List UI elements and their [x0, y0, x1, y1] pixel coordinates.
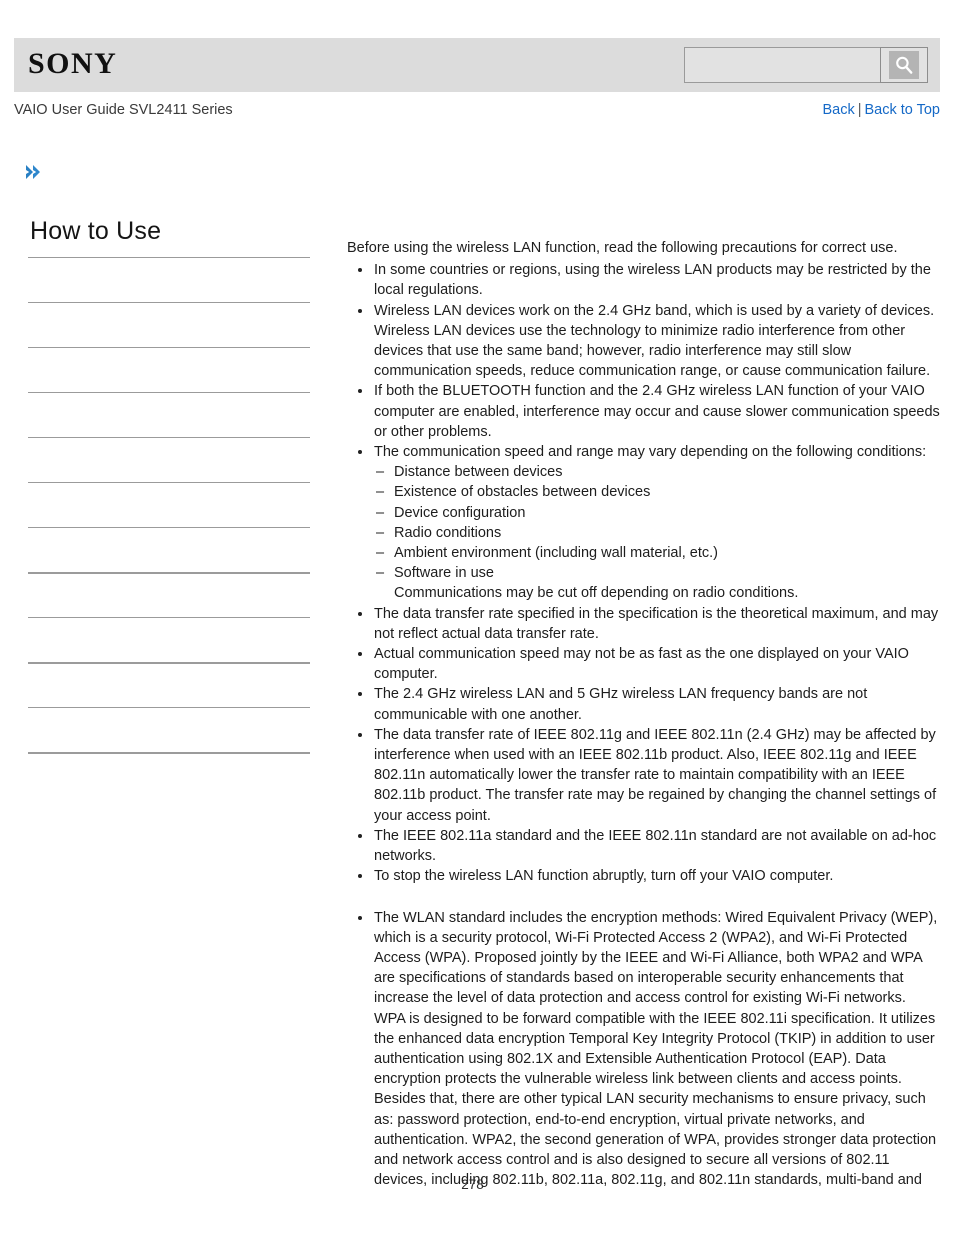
conditions-sublist: Distance between devices Existence of ob…: [374, 462, 941, 583]
sidebar-item-label: [28, 393, 310, 405]
list-item: Wireless LAN devices work on the 2.4 GHz…: [347, 301, 941, 382]
header-nav-links: Back | Back to Top: [822, 100, 940, 120]
precautions-list-group-2: The WLAN standard includes the encryptio…: [347, 908, 941, 1191]
site-header: SONY: [14, 38, 940, 92]
list-item: The data transfer rate of IEEE 802.11g a…: [347, 725, 941, 826]
list-item: In some countries or regions, using the …: [347, 260, 941, 300]
sidebar-item-4[interactable]: [28, 392, 310, 437]
sidebar-item-label: [28, 303, 310, 315]
conditions-lead-text: The communication speed and range may va…: [374, 444, 927, 461]
list-item: The 2.4 GHz wireless LAN and 5 GHz wirel…: [347, 684, 941, 724]
magnifier-icon: [889, 51, 919, 79]
sidebar-item-9[interactable]: [28, 617, 310, 662]
sidebar-item-6[interactable]: [28, 482, 310, 527]
list-item: The data transfer rate specified in the …: [347, 604, 941, 644]
list-item: The WLAN standard includes the encryptio…: [347, 908, 941, 1191]
list-item-conditions: The communication speed and range may va…: [347, 442, 941, 604]
main-content: Before using the wireless LAN function, …: [347, 238, 941, 1190]
sidebar-item-8[interactable]: [28, 572, 310, 617]
sidebar: How to Use: [28, 215, 310, 754]
sub-list-item: Ambient environment (including wall mate…: [374, 543, 941, 563]
back-to-top-link[interactable]: Back to Top: [864, 102, 940, 118]
sidebar-item-5[interactable]: [28, 437, 310, 482]
list-item: To stop the wireless LAN function abrupt…: [347, 866, 941, 886]
sidebar-item-label: [28, 574, 310, 586]
sidebar-item-3[interactable]: [28, 347, 310, 392]
sub-list-item: Software in use: [374, 563, 941, 583]
sony-logo: SONY: [28, 47, 118, 80]
page-number-value: 278: [461, 1177, 484, 1192]
sidebar-item-label: [28, 528, 310, 540]
search-button[interactable]: [880, 47, 928, 83]
sidebar-item-label: [28, 483, 310, 495]
sidebar-item-label: [28, 754, 310, 766]
list-item: The IEEE 802.11a standard and the IEEE 8…: [347, 826, 941, 866]
sidebar-item-10[interactable]: [28, 662, 310, 707]
sidebar-item-7[interactable]: [28, 527, 310, 572]
conditions-note: Communications may be cut off depending …: [394, 585, 799, 602]
guide-title: VAIO User Guide SVL2411 Series: [14, 102, 233, 118]
intro-paragraph: Before using the wireless LAN function, …: [347, 240, 898, 256]
back-link[interactable]: Back: [822, 102, 854, 118]
sub-list-item: Distance between devices: [374, 462, 941, 482]
sub-list-item: Existence of obstacles between devices: [374, 482, 941, 502]
sidebar-item-label: [28, 258, 310, 270]
sidebar-item-label: [28, 708, 310, 720]
page-number: 278: [0, 1177, 954, 1192]
sub-list-item: Device configuration: [374, 503, 941, 523]
sub-list-item: Radio conditions: [374, 523, 941, 543]
sidebar-item-label: [28, 618, 310, 630]
list-item: If both the BLUETOOTH function and the 2…: [347, 381, 941, 442]
sidebar-item-label: [28, 664, 310, 676]
double-chevron-right-icon[interactable]: [23, 161, 45, 183]
sidebar-item-label: [28, 348, 310, 360]
sidebar-item-11[interactable]: [28, 707, 310, 752]
sidebar-nav-list: [28, 257, 310, 754]
sidebar-item-label: [28, 438, 310, 450]
sidebar-item-1[interactable]: [28, 257, 310, 302]
sidebar-item-12[interactable]: [28, 752, 310, 754]
sidebar-title: How to Use: [30, 217, 162, 245]
subheader: VAIO User Guide SVL2411 Series Back | Back…: [14, 100, 940, 124]
sidebar-item-2[interactable]: [28, 302, 310, 347]
search-area: [684, 47, 928, 83]
search-input[interactable]: [684, 47, 880, 83]
list-item: Actual communication speed may not be as…: [347, 644, 941, 684]
precautions-list-group-1: In some countries or regions, using the …: [347, 260, 941, 886]
